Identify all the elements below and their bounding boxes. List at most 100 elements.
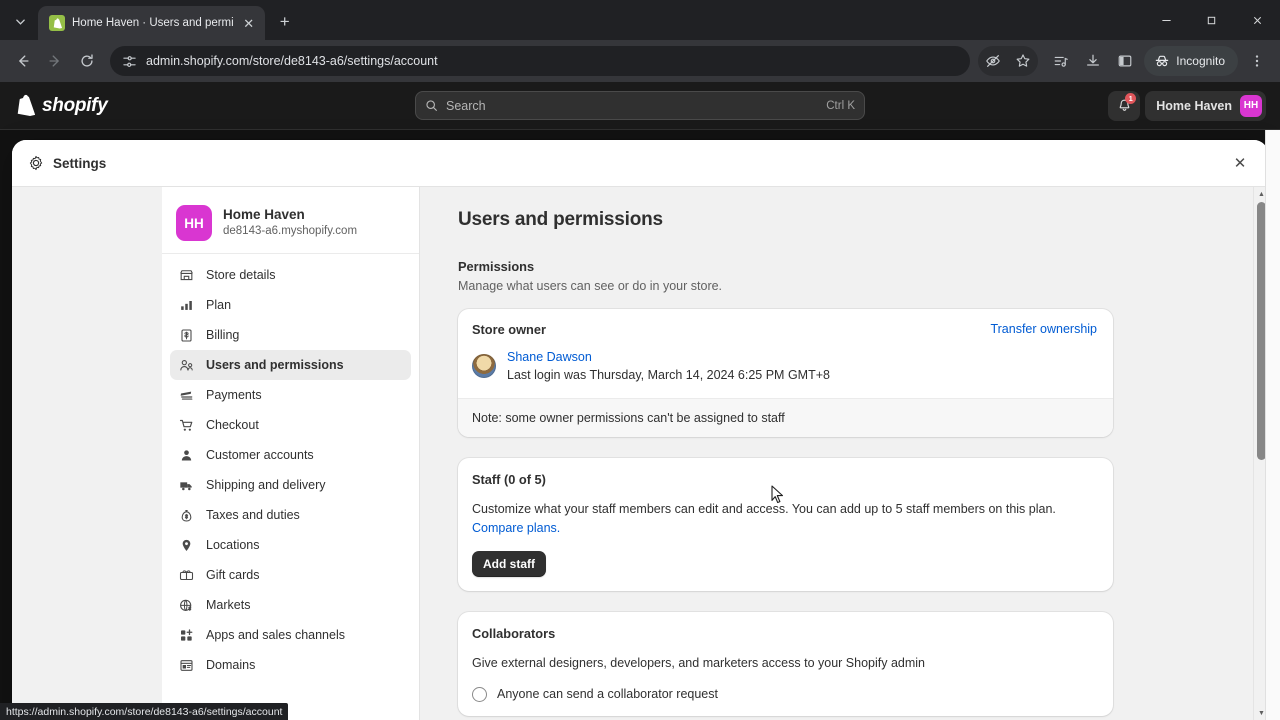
incognito-icon [1154, 53, 1170, 69]
search-input[interactable]: Search Ctrl K [415, 91, 865, 120]
sidebar-item-label: Plan [206, 298, 232, 312]
sidebar-item-users-and-permissions[interactable]: Users and permissions [170, 350, 411, 380]
status-bar: https://admin.shopify.com/store/de8143-a… [0, 703, 289, 720]
mouse-cursor [771, 485, 784, 509]
settings-main-pane: Users and permissions Permissions Manage… [420, 187, 1268, 720]
shopify-admin: shopify Search Ctrl K 1 Home Haven HH Se… [0, 82, 1280, 720]
store-menu-button[interactable]: Home Haven HH [1145, 90, 1266, 121]
sidebar-item-domains[interactable]: Domains [170, 650, 411, 680]
forward-icon[interactable] [40, 46, 70, 76]
tab-strip: Home Haven · Users and permi ✕ + [0, 0, 1280, 40]
gift-card-icon [178, 567, 195, 584]
domains-icon [178, 657, 195, 674]
topbar-right: 1 Home Haven HH [966, 90, 1266, 121]
sidebar-item-checkout[interactable]: Checkout [170, 410, 411, 440]
site-settings-icon[interactable] [122, 54, 137, 69]
avatar [472, 354, 496, 379]
eye-off-icon[interactable] [978, 46, 1008, 76]
new-tab-button[interactable]: + [271, 8, 299, 36]
tax-icon [178, 507, 195, 524]
reload-icon[interactable] [72, 46, 102, 76]
tab-search-chevron-icon[interactable] [6, 7, 34, 35]
sidebar-item-apps-and-sales-channels[interactable]: Apps and sales channels [170, 620, 411, 650]
incognito-indicator[interactable]: Incognito [1144, 46, 1238, 76]
sidebar-item-payments[interactable]: Payments [170, 380, 411, 410]
store-owner-name-link[interactable]: Shane Dawson [507, 348, 830, 366]
sidebar-item-plan[interactable]: Plan [170, 290, 411, 320]
sidebar-store-name: Home Haven [223, 207, 305, 223]
shopify-topbar: shopify Search Ctrl K 1 Home Haven HH [0, 82, 1280, 130]
sidebar-item-taxes-and-duties[interactable]: Taxes and duties [170, 500, 411, 530]
chart-icon [178, 297, 195, 314]
shopify-logo[interactable]: shopify [14, 94, 314, 117]
store-owner-last-login: Last login was Thursday, March 14, 2024 … [507, 368, 830, 383]
download-icon[interactable] [1078, 46, 1108, 76]
sidebar-store-domain: de8143-a6.myshopify.com [223, 225, 358, 238]
store-owner-note: Note: some owner permissions can't be as… [458, 398, 1113, 438]
transfer-ownership-link[interactable]: Transfer ownership [990, 322, 1097, 336]
close-icon[interactable]: ✕ [1226, 149, 1254, 177]
settings-modal: Settings ✕ HH Home Haven de8143-a6.mysho… [12, 140, 1268, 720]
maximize-icon[interactable] [1189, 0, 1234, 40]
collaborators-description: Give external designers, developers, and… [472, 655, 926, 670]
shopify-favicon [49, 15, 65, 31]
payments-icon [178, 387, 195, 404]
toolbar-icons: Incognito [978, 46, 1272, 76]
store-menu-name: Home Haven [1156, 98, 1232, 113]
gear-icon [28, 155, 44, 171]
settings-modal-body: HH Home Haven de8143-a6.myshopify.com St… [12, 187, 1268, 720]
sidebar-item-label: Checkout [206, 418, 259, 432]
address-bar[interactable]: admin.shopify.com/store/de8143-a6/settin… [110, 46, 971, 76]
page-title: Users and permissions [458, 209, 663, 230]
collaborators-card: Collaborators Give external designers, d… [458, 611, 1113, 716]
back-icon[interactable] [8, 46, 38, 76]
permissions-description: Manage what users can see or do in your … [458, 279, 723, 293]
sidebar-item-markets[interactable]: Markets [170, 590, 411, 620]
omnibox-action-group [978, 46, 1039, 76]
sidebar-item-gift-cards[interactable]: Gift cards [170, 560, 411, 590]
settings-modal-header: Settings ✕ [12, 140, 1268, 187]
window-controls [1144, 0, 1280, 40]
add-staff-button[interactable]: Add staff [472, 550, 546, 577]
sidebar-item-customer-accounts[interactable]: Customer accounts [170, 440, 411, 470]
star-icon[interactable] [1008, 46, 1038, 76]
settings-sidebar: HH Home Haven de8143-a6.myshopify.com St… [162, 187, 420, 720]
sidebar-store-header[interactable]: HH Home Haven de8143-a6.myshopify.com [162, 195, 419, 254]
sidebar-item-label: Payments [206, 388, 262, 402]
permissions-heading: Permissions [458, 259, 535, 274]
address-bar-url: admin.shopify.com/store/de8143-a6/settin… [146, 54, 438, 68]
store-owner-heading: Store owner [472, 322, 546, 337]
incognito-label: Incognito [1176, 54, 1225, 68]
radio-button[interactable] [472, 686, 487, 702]
compare-plans-link[interactable]: Compare plans. [472, 521, 560, 535]
page-scrollbar[interactable] [1265, 130, 1280, 720]
search-shortcut: Ctrl K [826, 99, 855, 112]
tab-close-icon[interactable]: ✕ [241, 15, 257, 31]
collaborator-request-option[interactable]: Anyone can send a collaborator request [472, 686, 1097, 702]
browser-tab[interactable]: Home Haven · Users and permi ✕ [38, 6, 265, 40]
notifications-button[interactable]: 1 [1108, 90, 1141, 121]
sidebar-item-label: Locations [206, 538, 260, 552]
playlist-icon[interactable] [1046, 46, 1076, 76]
sidebar-item-label: Gift cards [206, 568, 260, 582]
sidebar-item-locations[interactable]: Locations [170, 530, 411, 560]
minimize-icon[interactable] [1144, 0, 1189, 40]
sidebar-item-label: Users and permissions [206, 358, 344, 372]
avatar: HH [1240, 94, 1262, 117]
side-panel-icon[interactable] [1110, 46, 1140, 76]
sidebar-item-store-details[interactable]: Store details [170, 260, 411, 290]
staff-card: Staff (0 of 5) Customize what your staff… [458, 458, 1113, 591]
shopify-wordmark: shopify [42, 94, 108, 116]
avatar: HH [176, 205, 212, 241]
sidebar-item-shipping-and-delivery[interactable]: Shipping and delivery [170, 470, 411, 500]
sidebar-item-label: Customer accounts [206, 448, 314, 462]
three-dot-menu-icon[interactable] [1242, 46, 1272, 76]
pin-icon [178, 537, 195, 554]
close-window-icon[interactable] [1234, 0, 1280, 40]
sidebar-item-label: Store details [206, 268, 276, 282]
settings-nav-list: Store details Plan Billing Users and per… [162, 254, 419, 680]
billing-icon [178, 327, 195, 344]
globe-icon [178, 597, 195, 614]
sidebar-item-billing[interactable]: Billing [170, 320, 411, 350]
notification-badge: 1 [1125, 92, 1137, 104]
